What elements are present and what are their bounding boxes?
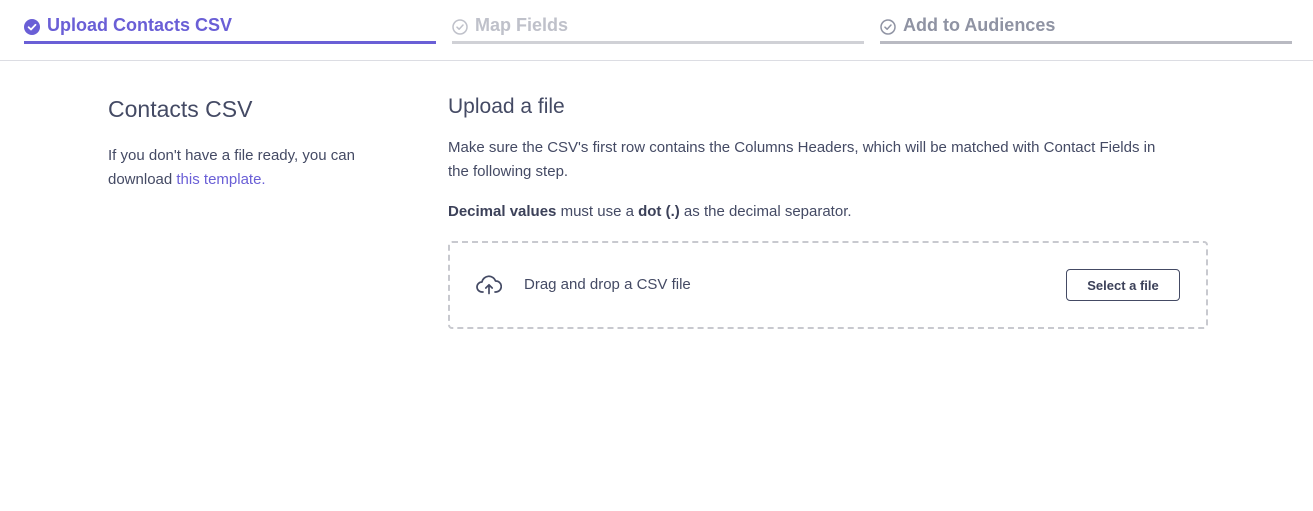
step-label: Map Fields <box>475 15 569 35</box>
template-link[interactable]: this template. <box>176 171 265 188</box>
decimal-note-text-2: as the decimal separator. <box>679 203 852 220</box>
upload-description: Make sure the CSV's first row contains t… <box>448 139 1156 180</box>
step-label: Upload Contacts CSV <box>47 15 233 35</box>
step-add-to-audiences[interactable]: Add to Audiences <box>880 15 1292 44</box>
template-hint: If you don't have a file ready, you can … <box>108 144 398 192</box>
step-upload-contacts-csv[interactable]: Upload Contacts CSV <box>24 15 436 44</box>
decimal-note-bold-2: dot (.) <box>638 203 680 220</box>
decimal-note-bold-1: Decimal values <box>448 203 557 220</box>
dropzone-text: Drag and drop a CSV file <box>524 276 691 293</box>
check-circle-outline-icon <box>880 19 896 35</box>
decimal-note: Decimal values must use a dot (.) as the… <box>448 200 1208 224</box>
contacts-csv-title: Contacts CSV <box>108 96 253 122</box>
check-circle-filled-icon <box>24 19 40 35</box>
step-label: Add to Audiences <box>903 15 1056 35</box>
upload-panel: Upload a file Make sure the CSV's first … <box>448 93 1208 224</box>
upload-title: Upload a file <box>448 95 565 118</box>
csv-dropzone[interactable]: Drag and drop a CSV file Select a file <box>448 241 1208 329</box>
check-circle-outline-icon <box>452 19 468 35</box>
select-file-button[interactable]: Select a file <box>1066 269 1180 301</box>
cloud-upload-icon <box>476 275 502 295</box>
stepper: Upload Contacts CSV Map Fields Add to Au… <box>0 0 1313 61</box>
contacts-csv-panel: Contacts CSV If you don't have a file re… <box>108 95 398 192</box>
decimal-note-text-1: must use a <box>556 203 639 220</box>
step-map-fields[interactable]: Map Fields <box>452 15 864 44</box>
